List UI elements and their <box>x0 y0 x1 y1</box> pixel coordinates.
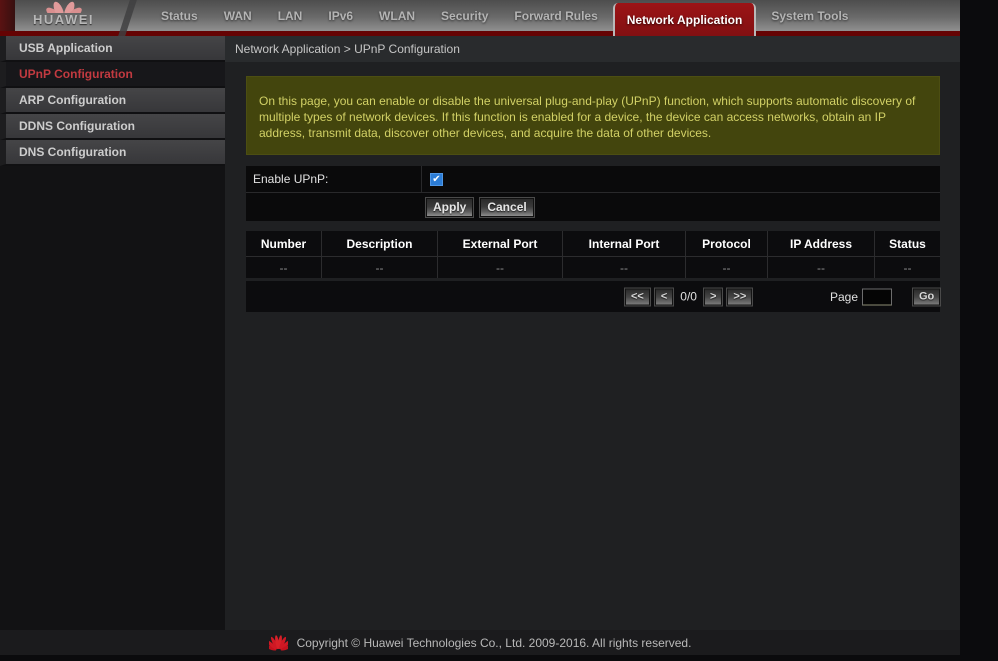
cell-internal-port: -- <box>563 256 686 278</box>
enable-upnp-label: Enable UPnP: <box>246 166 422 192</box>
col-header-description: Description <box>322 231 438 256</box>
page-number-input[interactable] <box>862 288 892 305</box>
upnp-form: Enable UPnP: ✔ Apply Cancel <box>246 166 940 221</box>
form-buttons-row: Apply Cancel <box>246 193 940 221</box>
table-header-row: Number Description External Port Interna… <box>246 231 940 256</box>
cancel-button[interactable]: Cancel <box>480 198 533 217</box>
main-content: On this page, you can enable or disable … <box>225 62 960 633</box>
tab-network-application[interactable]: Network Application <box>613 3 757 36</box>
cell-external-port: -- <box>438 256 563 278</box>
brand-red-strip <box>0 0 15 31</box>
sidebar-item-dns-configuration[interactable]: DNS Configuration <box>0 140 225 166</box>
cell-number: -- <box>246 256 322 278</box>
table-row: -- -- -- -- -- -- -- <box>246 256 940 278</box>
next-page-button[interactable]: > <box>704 288 722 305</box>
page-counter: 0/0 <box>678 290 699 304</box>
apply-button[interactable]: Apply <box>426 198 473 217</box>
enable-upnp-checkbox[interactable]: ✔ <box>430 173 443 186</box>
tab-ipv6[interactable]: IPv6 <box>317 0 364 31</box>
tab-status[interactable]: Status <box>150 0 209 31</box>
col-header-internal-port: Internal Port <box>563 231 686 256</box>
tab-forward-rules[interactable]: Forward Rules <box>503 0 608 31</box>
tab-lan[interactable]: LAN <box>267 0 314 31</box>
top-navigation: Status WAN LAN IPv6 WLAN Security Forwar… <box>148 0 861 36</box>
cell-ip-address: -- <box>768 256 875 278</box>
tab-wan[interactable]: WAN <box>213 0 263 31</box>
col-header-status: Status <box>875 231 940 256</box>
last-page-button[interactable]: >> <box>727 288 752 305</box>
cell-protocol: -- <box>686 256 768 278</box>
top-bar: HUAWEI Status WAN LAN IPv6 WLAN Security… <box>0 0 960 36</box>
upnp-table: Number Description External Port Interna… <box>246 231 940 278</box>
col-header-external-port: External Port <box>438 231 563 256</box>
huawei-flower-icon <box>269 635 288 651</box>
router-admin-page: HUAWEI Status WAN LAN IPv6 WLAN Security… <box>0 0 960 658</box>
copyright-text: Copyright © Huawei Technologies Co., Ltd… <box>297 636 692 650</box>
first-page-button[interactable]: << <box>625 288 650 305</box>
sidebar: USB Application UPnP Configuration ARP C… <box>0 36 225 633</box>
info-box: On this page, you can enable or disable … <box>246 76 940 155</box>
prev-page-button[interactable]: < <box>655 288 673 305</box>
cell-description: -- <box>322 256 438 278</box>
pagination-bar: << < 0/0 > >> Page Go <box>246 281 940 312</box>
enable-upnp-row: Enable UPnP: ✔ <box>246 166 940 193</box>
brand-name: HUAWEI <box>33 12 105 27</box>
cell-status: -- <box>875 256 940 278</box>
col-header-ip-address: IP Address <box>768 231 875 256</box>
sidebar-item-usb-application[interactable]: USB Application <box>0 36 225 62</box>
pager-buttons: << < 0/0 > >> <box>625 288 752 305</box>
sidebar-item-upnp-configuration[interactable]: UPnP Configuration <box>0 62 225 88</box>
page-input-label: Page <box>830 290 858 304</box>
col-header-protocol: Protocol <box>686 231 768 256</box>
go-button[interactable]: Go <box>913 288 940 305</box>
sidebar-item-arp-configuration[interactable]: ARP Configuration <box>0 88 225 114</box>
sidebar-item-ddns-configuration[interactable]: DDNS Configuration <box>0 114 225 140</box>
tab-system-tools[interactable]: System Tools <box>760 0 859 31</box>
tab-security[interactable]: Security <box>430 0 499 31</box>
col-header-number: Number <box>246 231 322 256</box>
breadcrumb: Network Application > UPnP Configuration <box>225 36 960 62</box>
tab-wlan[interactable]: WLAN <box>368 0 426 31</box>
huawei-logo: HUAWEI <box>15 0 125 31</box>
footer: Copyright © Huawei Technologies Co., Ltd… <box>0 630 960 655</box>
